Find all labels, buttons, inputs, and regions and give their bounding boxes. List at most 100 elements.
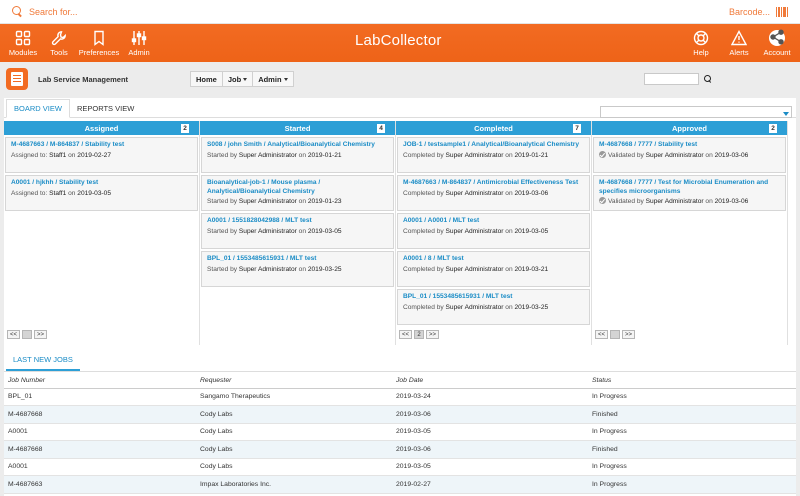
pager-prev-button[interactable]: << — [7, 330, 21, 339]
column-title: Started — [284, 123, 311, 133]
job-card-action: Completed by — [403, 265, 444, 273]
job-card-user: Staff1 — [49, 189, 67, 197]
job-card-title[interactable]: A0001 / 8 / MLT test — [403, 255, 584, 264]
nav-tools-label: Tools — [50, 47, 68, 57]
col-requester[interactable]: Requester — [196, 374, 392, 389]
global-search-bar[interactable]: Search for... Barcode... — [0, 0, 800, 24]
job-card-date: 2019-03-05 — [77, 189, 112, 197]
tab-last-new-jobs[interactable]: LAST NEW JOBS — [6, 355, 80, 371]
job-card[interactable]: Bioanalytical-job-1 / Mouse plasma / Ana… — [201, 175, 394, 211]
job-card-meta: Validated by Super Administrator on 2019… — [599, 150, 780, 160]
table-row[interactable]: M-4687668 Cody Labs 2019-03-06 Finished — [4, 405, 796, 424]
table-row[interactable]: A0001 Cody Labs 2019-03-05 In Progress — [4, 458, 796, 476]
job-card-meta: Validated by Super Administrator on 2019… — [599, 197, 780, 206]
pager-prev-button[interactable]: << — [399, 330, 413, 339]
pager-page[interactable]: 2 — [414, 330, 425, 339]
warning-icon — [731, 29, 747, 45]
job-card[interactable]: JOB-1 / testsample1 / Analytical/Bioanal… — [397, 137, 590, 173]
job-card-title[interactable]: A0001 / 1551828042988 / MLT test — [207, 217, 388, 226]
pager-page[interactable] — [610, 330, 621, 339]
nav-help[interactable]: Help — [686, 30, 716, 57]
job-card-meta: Completed by Super Administrator on 2019… — [403, 227, 584, 236]
job-card-title[interactable]: S008 / john Smith / Analytical/Bioanalyt… — [207, 141, 388, 150]
search-icon[interactable] — [704, 75, 712, 83]
menu-home[interactable]: Home — [191, 72, 223, 86]
job-card-user: Super Administrator — [645, 151, 704, 159]
job-card[interactable]: BPL_01 / 1553485615931 / MLT test Complet… — [397, 289, 590, 325]
job-card-title[interactable]: M-4687668 / 7777 / Stability test — [599, 141, 780, 150]
job-card[interactable]: S008 / john Smith / Analytical/Bioanalyt… — [201, 137, 394, 173]
job-card-title[interactable]: A0001 / hjkhh / Stability test — [11, 179, 192, 188]
job-card-date: 2019-03-06 — [514, 189, 549, 197]
barcode-search[interactable]: Barcode... — [729, 6, 788, 17]
requester-cell: Impax Laboratories Inc. — [196, 475, 392, 494]
col-status[interactable]: Status — [588, 374, 796, 389]
job-card-on: on — [68, 189, 76, 197]
table-row[interactable]: M-4687668 Cody Labs 2019-03-06 Finished — [4, 440, 796, 459]
job-card[interactable]: A0001 / 8 / MLT test Completed by Super A… — [397, 251, 590, 287]
sliders-icon — [131, 30, 147, 45]
module-search-input[interactable] — [644, 73, 699, 85]
table-row[interactable]: A0001 Cody Labs 2019-03-05 In Progress — [4, 423, 796, 441]
job-card[interactable]: M-4687663 / M-864837 / Antimicrobial Eff… — [397, 175, 590, 211]
job-card-title[interactable]: A0001 / A0001 / MLT test — [403, 217, 584, 226]
table-row[interactable]: BPL_01 Sangamo Therapeutics 2019-03-24 In P… — [4, 388, 796, 406]
job-card[interactable]: A0001 / A0001 / MLT test Completed by Sup… — [397, 213, 590, 249]
chevron-down-icon — [243, 77, 248, 81]
last-jobs-tabbar: LAST NEW JOBS — [4, 350, 796, 372]
job-card[interactable]: M-4687663 / M-864837 / Stability test Ass… — [5, 137, 198, 173]
nav-modules[interactable]: Modules — [8, 30, 38, 57]
job-card-title[interactable]: M-4687668 / 7777 / Test for Microbial En… — [599, 179, 780, 196]
menu-job-label: Job — [227, 74, 242, 84]
job-card[interactable]: A0001 / hjkhh / Stability test Assigned t… — [5, 175, 198, 211]
job-card[interactable]: A0001 / 1551828042988 / MLT test Started … — [201, 213, 394, 249]
status-cell: In Progress — [588, 458, 796, 476]
tab-reports-view[interactable]: REPORTS VIEW — [70, 104, 141, 117]
job-card[interactable]: M-4687668 / 7777 / Stability test Validat… — [593, 137, 786, 173]
pager-next-button[interactable]: >> — [34, 330, 48, 339]
job-card-date: 2019-01-21 — [307, 151, 342, 159]
job-card-action: Started by — [207, 198, 238, 205]
job-card-title[interactable]: JOB-1 / testsample1 / Analytical/Bioanal… — [403, 141, 584, 150]
col-job-number[interactable]: Job Number — [4, 374, 196, 389]
job-date-cell: 2019-03-06 — [392, 440, 588, 459]
column-count-badge: 2 — [769, 124, 777, 133]
menu-job[interactable]: Job — [223, 72, 254, 86]
job-card-title[interactable]: Bioanalytical-job-1 / Mouse plasma / Ana… — [207, 179, 388, 196]
job-card[interactable]: BPL_01 / 1553485615931 / MLT test Started… — [201, 251, 394, 287]
pager-prev-button[interactable]: << — [595, 330, 609, 339]
menu-admin-label: Admin — [258, 74, 282, 84]
job-card-on: on — [298, 198, 306, 205]
job-card-date: 2019-03-06 — [714, 151, 749, 159]
nav-admin[interactable]: Admin — [124, 30, 154, 57]
filter-icon[interactable] — [783, 112, 789, 116]
board-filter-input[interactable] — [600, 106, 792, 118]
nav-preferences[interactable]: Preferences — [79, 30, 119, 57]
table-row[interactable]: M-4687663 Impax Laboratories Inc. 2019-02-… — [4, 475, 796, 494]
pager-next-button[interactable]: >> — [622, 330, 636, 339]
requester-cell: Cody Labs — [196, 458, 392, 476]
tab-board-view[interactable]: BOARD VIEW — [6, 99, 70, 118]
pager-page[interactable] — [22, 330, 33, 339]
job-card-action: Completed by — [403, 151, 444, 159]
check-circle-icon — [599, 197, 606, 204]
job-card-on: on — [298, 265, 306, 273]
nav-alerts[interactable]: Alerts — [724, 29, 754, 57]
nav-modules-label: Modules — [8, 47, 38, 57]
menu-admin[interactable]: Admin — [253, 72, 292, 86]
job-card[interactable]: M-4687668 / 7777 / Test for Microbial En… — [593, 175, 786, 211]
job-card-title[interactable]: M-4687663 / M-864837 / Stability test — [11, 141, 192, 150]
job-card-meta: Completed by Super Administrator on 2019… — [403, 303, 584, 312]
global-search-input[interactable]: Search for... — [29, 7, 78, 17]
nav-account[interactable]: Account — [762, 28, 792, 57]
job-card-on: on — [505, 303, 513, 311]
job-card-title[interactable]: BPL_01 / 1553485615931 / MLT test — [403, 293, 584, 302]
job-card-title[interactable]: M-4687663 / M-864837 / Antimicrobial Eff… — [403, 179, 584, 188]
kanban-board: Assigned 2 M-4687663 / M-864837 / Stabilit… — [4, 121, 788, 345]
nav-tools[interactable]: Tools — [44, 30, 74, 57]
pager-next-button[interactable]: >> — [426, 330, 440, 339]
job-card-date: 2019-02-27 — [77, 151, 112, 159]
col-job-date[interactable]: Job Date — [392, 374, 588, 389]
job-card-title[interactable]: BPL_01 / 1553485615931 / MLT test — [207, 255, 388, 264]
board-column-completed: Completed 7 JOB-1 / testsample1 / Analytic… — [396, 121, 592, 345]
